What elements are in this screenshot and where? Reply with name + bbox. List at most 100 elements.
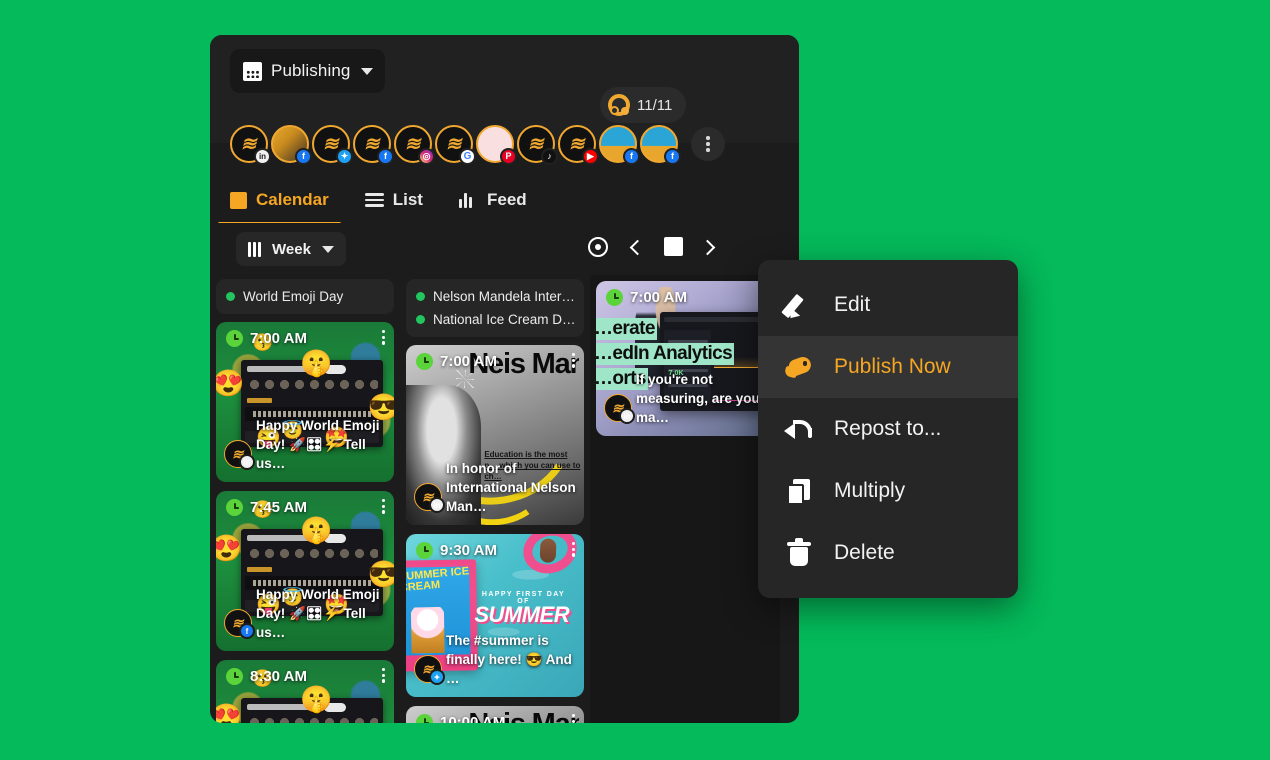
workspace-label: Publishing (271, 61, 351, 80)
thumb-line-1: …erate (596, 318, 657, 341)
list-item[interactable]: World Emoji Day (226, 287, 384, 306)
account-facebook-1[interactable]: f (271, 125, 312, 165)
post-card[interactable]: 😍 🤫 😎 😗 8:30 AM (216, 660, 394, 723)
profiles-counter-label: 11/11 (637, 96, 673, 114)
post-card[interactable]: 7.0K …erate …edIn Analytics …orts 7:00 A… (596, 281, 774, 436)
post-account-avatar: ≋ in (604, 394, 635, 424)
post-time: 7:45 AM (226, 499, 307, 516)
tab-list-label: List (392, 190, 423, 209)
profiles-icon (608, 94, 630, 116)
linkedin-badge-icon: in (619, 408, 635, 424)
accounts-more-button[interactable] (691, 127, 725, 161)
facebook-badge-icon: f (295, 148, 312, 165)
clock-icon (416, 714, 433, 723)
post-card[interactable]: SUMMER ICE CREAM HAPPY FIRST DAY OF SUMM… (406, 534, 584, 697)
linkedin-badge-icon: in (429, 497, 445, 513)
calendar-toolbar: Week (210, 223, 799, 275)
feed-icon (458, 192, 478, 208)
post-card[interactable]: 😍 🤫 😎 😗 😜 😇 🤩 7:00 AM ≋ in Happy World E… (216, 322, 394, 482)
menu-item-label: Publish Now (834, 355, 951, 378)
account-facebook-4[interactable]: f (640, 125, 681, 165)
account-facebook-2[interactable]: ≋ f (353, 125, 394, 165)
clock-icon (226, 330, 243, 347)
post-time-label: 10:00 AM (440, 714, 506, 723)
account-instagram[interactable]: ≋ ◎ (394, 125, 435, 165)
clock-icon (416, 542, 433, 559)
account-google[interactable]: ≋ G (435, 125, 476, 165)
google-badge-icon: G (459, 148, 476, 165)
menu-item-multiply[interactable]: Multiply (758, 460, 1018, 522)
day-events-2: Nelson Mandela Inter… National Ice Cream… (406, 279, 584, 337)
tiktok-badge-icon: ♪ (541, 148, 558, 165)
post-menu-icon[interactable] (381, 499, 385, 514)
menu-item-edit[interactable]: Edit (758, 274, 1018, 336)
today-target-icon[interactable] (588, 237, 608, 257)
post-account-avatar: ≋ f (224, 609, 255, 639)
post-menu-icon[interactable] (571, 353, 575, 368)
list-item[interactable]: National Ice Cream D… (416, 310, 574, 329)
account-avatars: ≋ in f ≋ ✦ ≋ f ≋ ◎ ≋ G P ≋ ♪ ≋ ▶ f f (230, 125, 725, 165)
profiles-counter[interactable]: 11/11 (600, 87, 687, 123)
post-card[interactable]: Neis Mand Day Education is the most p… w… (406, 345, 584, 525)
post-context-menu: Edit Publish Now Repost to... Multiply D… (758, 260, 1018, 598)
workspace-selector[interactable]: Publishing (230, 49, 385, 93)
post-menu-icon[interactable] (381, 330, 385, 345)
clock-icon (606, 289, 623, 306)
youtube-badge-icon: ▶ (582, 148, 599, 165)
account-twitter[interactable]: ≋ ✦ (312, 125, 353, 165)
account-facebook-3[interactable]: f (599, 125, 640, 165)
account-tiktok[interactable]: ≋ ♪ (517, 125, 558, 165)
top-bar: Publishing 11/11 ≋ in f ≋ ✦ ≋ f ≋ ◎ ≋ G … (210, 35, 799, 225)
post-time-label: 7:00 AM (250, 330, 307, 347)
post-card[interactable]: Neis Mand Day 10:00 AM (406, 706, 584, 723)
view-range-selector[interactable]: Week (236, 232, 346, 266)
tab-list[interactable]: List (364, 180, 423, 220)
post-time: 10:00 AM (416, 714, 505, 723)
post-menu-icon[interactable] (571, 714, 575, 723)
post-time-label: 8:30 AM (250, 668, 307, 685)
view-range-label: Week (272, 240, 311, 258)
account-linkedin[interactable]: ≋ in (230, 125, 271, 165)
reply-arrow-icon (784, 414, 814, 444)
menu-item-label: Edit (834, 293, 871, 316)
post-account-avatar: ≋ in (224, 440, 255, 470)
tab-calendar[interactable]: Calendar (218, 180, 341, 225)
trash-icon (784, 538, 814, 568)
clock-icon (226, 499, 243, 516)
day-column-2: Nelson Mandela Inter… National Ice Cream… (400, 275, 590, 723)
menu-item-delete[interactable]: Delete (758, 522, 1018, 584)
next-period-icon[interactable] (699, 239, 716, 256)
post-time-label: 7:00 AM (630, 289, 687, 306)
post-time: 7:00 AM (226, 330, 307, 347)
event-label: World Emoji Day (243, 289, 344, 304)
datepicker-calendar-icon[interactable] (664, 237, 683, 256)
account-pinterest[interactable]: P (476, 125, 517, 165)
post-account-avatar: ≋ ✦ (414, 655, 445, 685)
post-menu-icon[interactable] (381, 668, 385, 683)
linkedin-badge-icon: in (254, 148, 271, 165)
copy-icon (784, 476, 814, 506)
facebook-badge-icon: f (664, 148, 681, 165)
list-icon (364, 193, 384, 207)
post-account-avatar: ≋ in (414, 483, 445, 513)
post-card[interactable]: 😍 🤫 😎 😗 😜 😇 🤩 7:45 AM ≋ f Happy World Em… (216, 491, 394, 651)
menu-item-publish-now[interactable]: Publish Now (758, 336, 1018, 398)
post-time-label: 9:30 AM (440, 542, 497, 559)
view-tabs: Calendar List Feed (218, 180, 527, 225)
instagram-badge-icon: ◎ (418, 148, 435, 165)
menu-item-repost-to[interactable]: Repost to... (758, 398, 1018, 460)
tab-feed-label: Feed (486, 190, 527, 209)
thumb-line-2: …edIn Analytics (596, 343, 735, 365)
post-menu-icon[interactable] (571, 542, 575, 557)
post-time: 9:30 AM (416, 542, 497, 559)
calendar-icon (243, 61, 262, 81)
list-item[interactable]: Nelson Mandela Inter… (416, 287, 574, 306)
tab-feed[interactable]: Feed (458, 180, 527, 220)
prev-period-icon[interactable] (629, 239, 646, 256)
account-youtube[interactable]: ≋ ▶ (558, 125, 599, 165)
calendar-icon (230, 191, 247, 209)
facebook-badge-icon: f (239, 623, 255, 639)
tab-calendar-label: Calendar (256, 190, 329, 209)
post-time: 7:00 AM (606, 289, 687, 306)
menu-item-label: Multiply (834, 479, 906, 502)
